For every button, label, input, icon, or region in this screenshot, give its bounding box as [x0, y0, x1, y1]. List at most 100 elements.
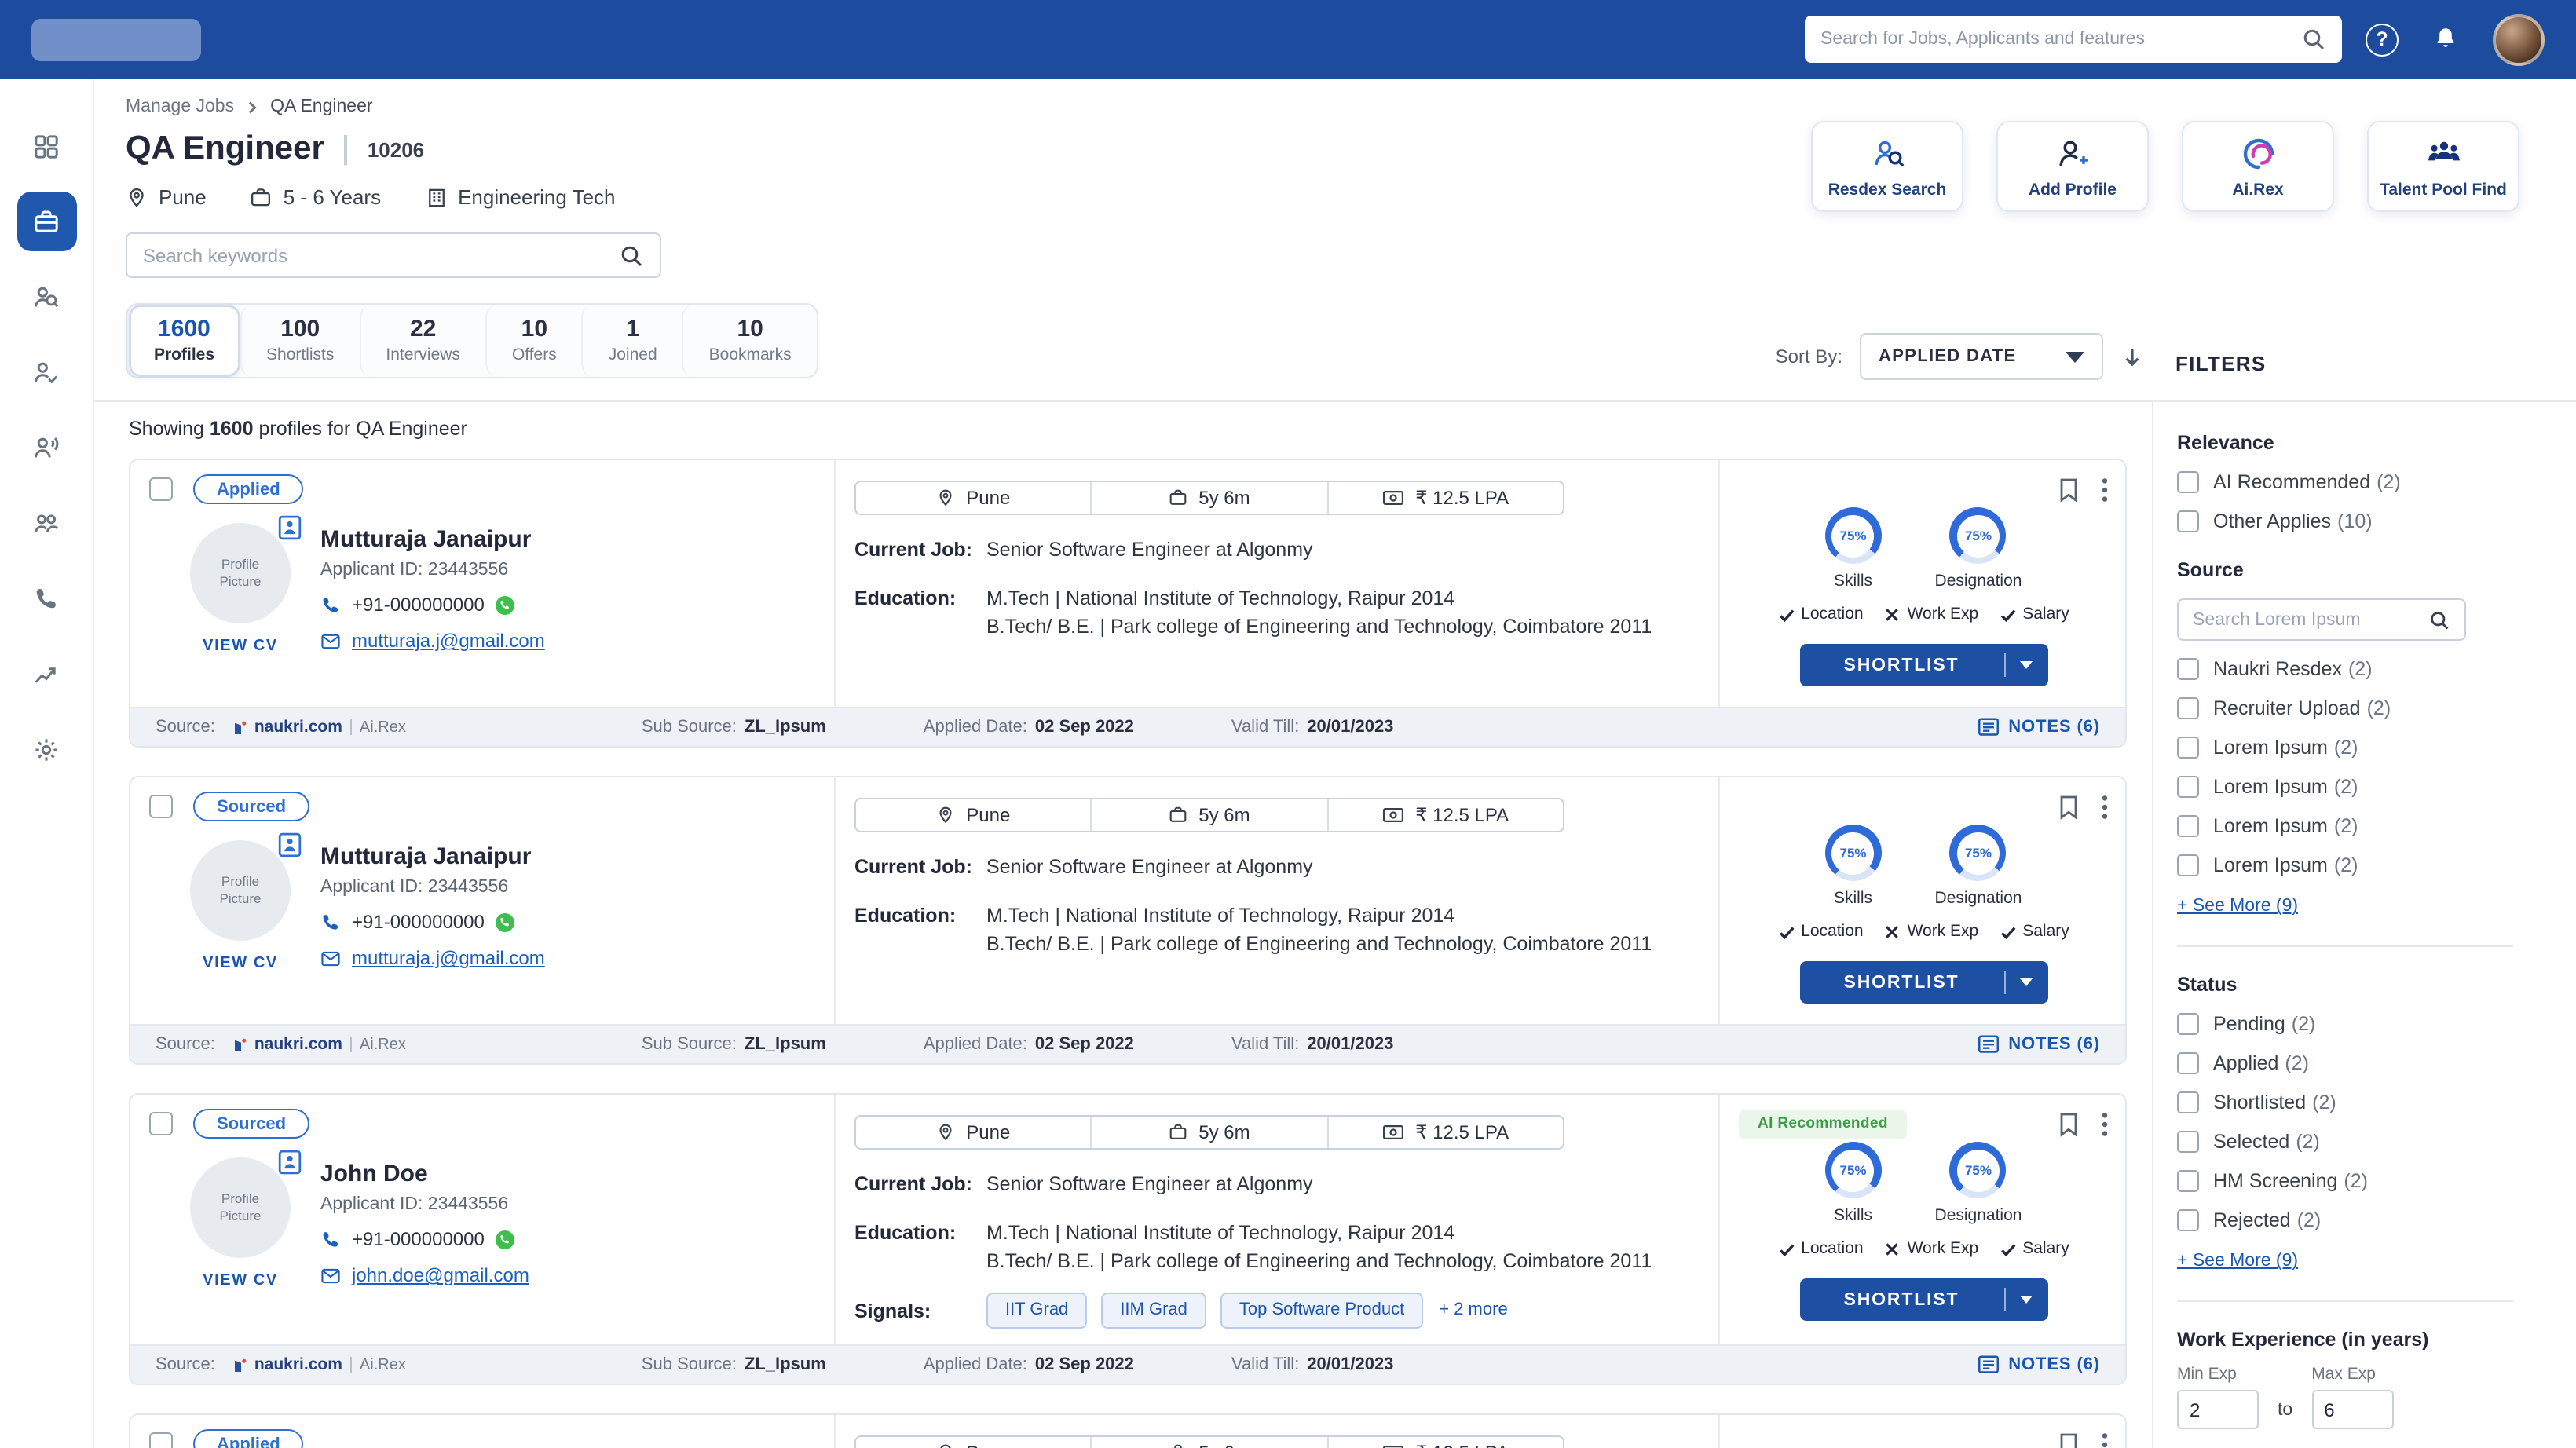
shortlist-button[interactable]: SHORTLIST	[1799, 961, 2047, 1004]
add-profile-button[interactable]: Add Profile	[1996, 121, 2149, 212]
filter-option[interactable]: Lorem Ipsum (2)	[2177, 815, 2535, 837]
checkbox[interactable]	[2177, 854, 2199, 876]
checkbox[interactable]	[2177, 1013, 2199, 1035]
select-checkbox[interactable]	[149, 477, 173, 501]
more-menu-icon[interactable]	[2102, 1111, 2108, 1136]
resume-icon[interactable]	[278, 832, 302, 857]
tab[interactable]: 100 Shortlists	[240, 305, 359, 377]
interview-icon[interactable]	[16, 418, 76, 477]
whatsapp-icon[interactable]	[496, 594, 516, 615]
keyword-search-input[interactable]	[143, 244, 619, 266]
checkbox[interactable]	[2177, 776, 2199, 798]
search-icon[interactable]	[2428, 609, 2450, 631]
shortlist-dropdown-caret[interactable]	[2005, 961, 2047, 1004]
global-search-input[interactable]	[1820, 30, 2289, 49]
shortlist-button[interactable]: SHORTLIST	[1799, 1278, 2047, 1321]
notifications-icon[interactable]	[2422, 16, 2469, 63]
signals-more-link[interactable]: + 2 more	[1439, 1299, 1507, 1324]
notes-link[interactable]: NOTES (6)	[1977, 716, 2100, 738]
airex-button[interactable]: Ai.Rex	[2182, 121, 2334, 212]
checkbox[interactable]	[2177, 1209, 2199, 1231]
select-checkbox[interactable]	[149, 1112, 173, 1135]
help-icon[interactable]: ?	[2366, 23, 2399, 56]
shortlist-button[interactable]: SHORTLIST	[1799, 644, 2047, 686]
filter-option[interactable]: Pending (2)	[2177, 1013, 2535, 1035]
tab[interactable]: 10 Bookmarks	[682, 305, 817, 377]
view-cv-link[interactable]: VIEW CV	[203, 1272, 278, 1289]
bookmark-icon[interactable]	[2058, 794, 2080, 819]
analytics-icon[interactable]	[16, 644, 76, 704]
resdex-search-button[interactable]: Resdex Search	[1811, 121, 1963, 212]
more-menu-icon[interactable]	[2102, 477, 2108, 502]
view-cv-link[interactable]: VIEW CV	[203, 638, 278, 655]
status-see-more-link[interactable]: + See More (9)	[2177, 1252, 2298, 1271]
resume-icon[interactable]	[278, 515, 302, 540]
signal-chip[interactable]: Top Software Product	[1220, 1293, 1423, 1329]
email-link[interactable]: mutturaja.j@gmail.com	[352, 947, 545, 969]
more-menu-icon[interactable]	[2102, 794, 2108, 819]
filter-option[interactable]: HM Screening (2)	[2177, 1170, 2535, 1192]
checkbox[interactable]	[2177, 1131, 2199, 1153]
filter-option[interactable]: AI Recommended (2)	[2177, 471, 2535, 493]
filter-option[interactable]: Recruiter Upload (2)	[2177, 697, 2535, 719]
jobs-icon[interactable]	[16, 192, 76, 251]
more-menu-icon[interactable]	[2102, 1432, 2108, 1448]
tab[interactable]: 1600 Profiles	[127, 305, 240, 377]
bookmark-icon[interactable]	[2058, 1111, 2080, 1136]
notes-link[interactable]: NOTES (6)	[1977, 1033, 2100, 1055]
search-icon[interactable]	[2301, 27, 2326, 52]
sort-direction-icon[interactable]	[2120, 345, 2144, 368]
checkbox[interactable]	[2177, 697, 2199, 719]
source-search-input[interactable]	[2193, 610, 2428, 629]
filter-option[interactable]: Rejected (2)	[2177, 1209, 2535, 1231]
filter-option[interactable]: Lorem Ipsum (2)	[2177, 776, 2535, 798]
checkbox[interactable]	[2177, 815, 2199, 837]
app-logo[interactable]	[31, 18, 201, 60]
whatsapp-icon[interactable]	[496, 912, 516, 932]
naukri-logo[interactable]: naukri.com Ai.Rex	[232, 1035, 406, 1054]
filter-option[interactable]: Other Applies (10)	[2177, 510, 2535, 532]
signal-chip[interactable]: IIM Grad	[1101, 1293, 1206, 1329]
email-link[interactable]: john.doe@gmail.com	[352, 1264, 529, 1286]
checkbox[interactable]	[2177, 1052, 2199, 1074]
signal-chip[interactable]: IIT Grad	[986, 1293, 1087, 1329]
bookmark-icon[interactable]	[2058, 1432, 2080, 1448]
talent-pool-find-button[interactable]: Talent Pool Find	[2367, 121, 2519, 212]
breadcrumb-parent[interactable]: Manage Jobs	[126, 97, 234, 116]
dashboard-icon[interactable]	[16, 116, 76, 176]
whatsapp-icon[interactable]	[496, 1229, 516, 1249]
tab[interactable]: 1 Joined	[582, 305, 682, 377]
filter-option[interactable]: Applied (2)	[2177, 1052, 2535, 1074]
filter-option[interactable]: Selected (2)	[2177, 1131, 2535, 1153]
max-exp-input[interactable]	[2311, 1390, 2393, 1429]
candidate-search-icon[interactable]	[16, 267, 76, 327]
call-icon[interactable]	[16, 569, 76, 628]
tab[interactable]: 10 Offers	[485, 305, 582, 377]
checkbox[interactable]	[2177, 1091, 2199, 1113]
checkbox[interactable]	[2177, 510, 2199, 532]
select-checkbox[interactable]	[149, 795, 173, 818]
notes-link[interactable]: NOTES (6)	[1977, 1355, 2100, 1377]
filter-option[interactable]: Lorem Ipsum (2)	[2177, 737, 2535, 759]
checkbox[interactable]	[2177, 737, 2199, 759]
checkbox[interactable]	[2177, 1170, 2199, 1192]
select-checkbox[interactable]	[149, 1433, 173, 1448]
tab[interactable]: 22 Interviews	[359, 305, 485, 377]
settings-icon[interactable]	[16, 719, 76, 779]
naukri-logo[interactable]: naukri.com Ai.Rex	[232, 1356, 406, 1375]
checkbox[interactable]	[2177, 658, 2199, 680]
filter-option[interactable]: Lorem Ipsum (2)	[2177, 854, 2535, 876]
search-icon[interactable]	[619, 243, 644, 268]
resume-icon[interactable]	[278, 1150, 302, 1175]
naukri-logo[interactable]: naukri.com Ai.Rex	[232, 718, 406, 737]
filter-option[interactable]: Shortlisted (2)	[2177, 1091, 2535, 1113]
sort-dropdown[interactable]: APPLIED DATE	[1860, 333, 2103, 380]
user-avatar[interactable]	[2493, 13, 2545, 65]
bookmark-icon[interactable]	[2058, 477, 2080, 502]
team-icon[interactable]	[16, 493, 76, 553]
candidate-status-icon[interactable]	[16, 342, 76, 402]
checkbox[interactable]	[2177, 471, 2199, 493]
email-link[interactable]: mutturaja.j@gmail.com	[352, 630, 545, 652]
view-cv-link[interactable]: VIEW CV	[203, 955, 278, 972]
shortlist-dropdown-caret[interactable]	[2005, 1278, 2047, 1321]
